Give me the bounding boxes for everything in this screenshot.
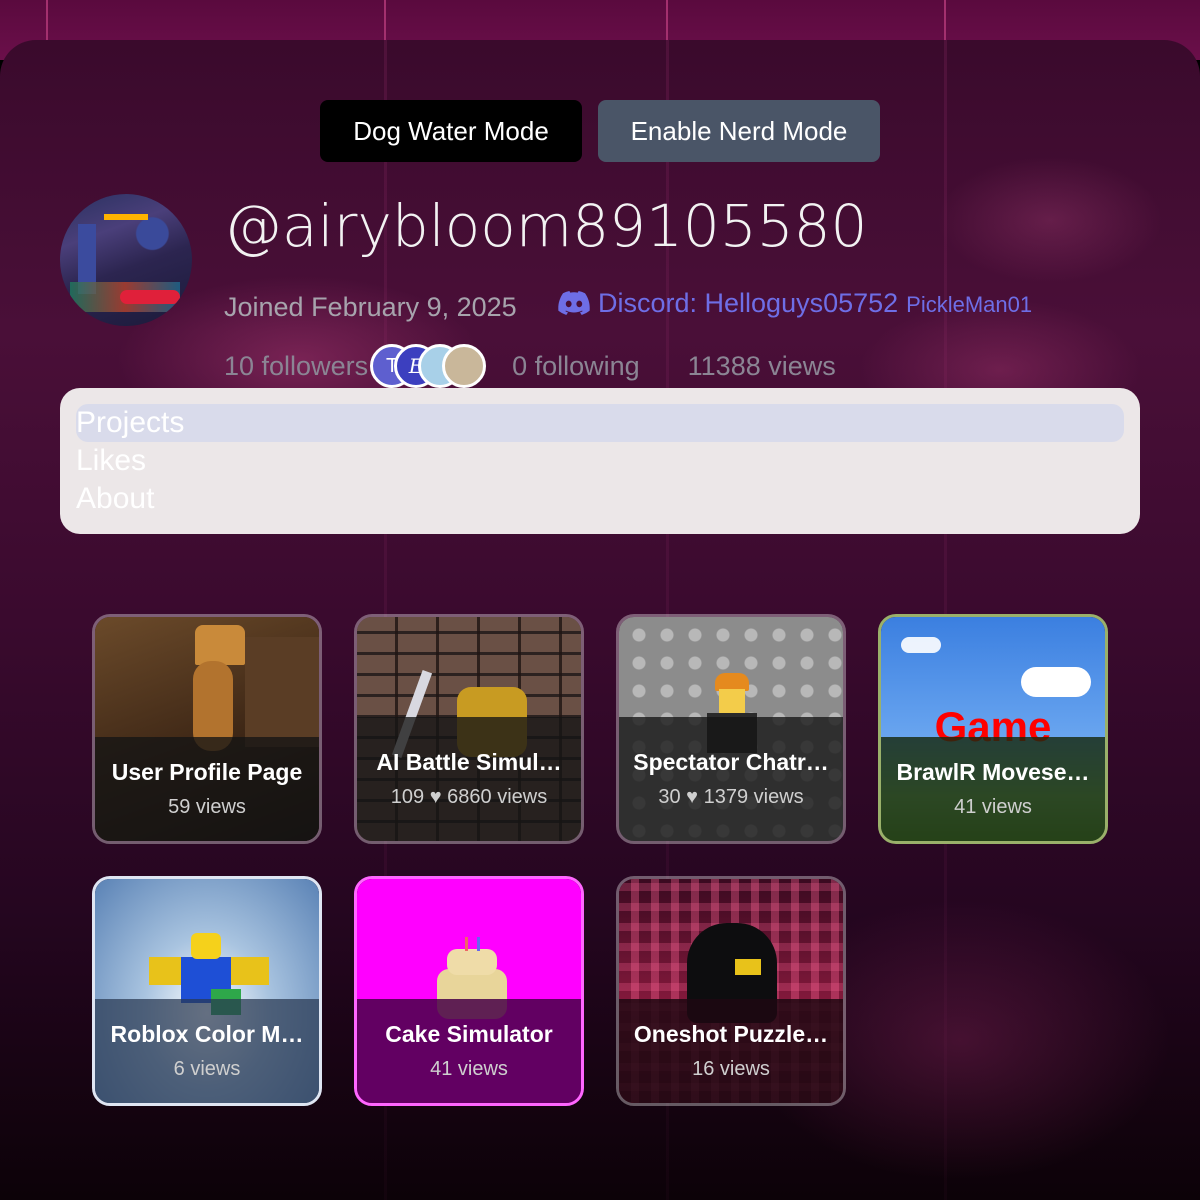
profile-stats: 10 followers T E 0 following 11388 views [224, 344, 836, 388]
following-count[interactable]: 0 following [512, 351, 640, 382]
follower-avatar-stack[interactable]: T E [370, 344, 487, 388]
username: @airybloom89105580 [224, 192, 868, 260]
total-views: 11388 views [687, 350, 836, 381]
project-meta: 16 views [692, 1058, 770, 1080]
project-caption: Roblox Color M… 6 views [95, 999, 319, 1103]
thumb-shape [191, 933, 221, 959]
project-meta: 59 views [168, 796, 246, 818]
discord-alt-name: PickleMan01 [906, 292, 1033, 317]
thumb-shape [465, 937, 468, 951]
project-card[interactable]: Oneshot Puzzle… 16 views [616, 876, 846, 1106]
project-card[interactable]: Game BrawlR Movese… 41 views [878, 614, 1108, 844]
thumb-shape [447, 949, 497, 975]
project-title: Spectator Chatr… [633, 749, 829, 775]
thumb-shape [195, 625, 245, 665]
project-card[interactable]: Cake Simulator 41 views [354, 876, 584, 1106]
project-title: Cake Simulator [385, 1021, 553, 1047]
thumb-shape [719, 689, 745, 713]
project-caption: BrawlR Movese… 41 views [881, 737, 1105, 841]
enable-nerd-mode-button[interactable]: Enable Nerd Mode [598, 100, 880, 162]
project-title: AI Battle Simul… [376, 749, 562, 775]
project-meta: 41 views [954, 796, 1032, 818]
project-card[interactable]: Spectator Chatr… 30 ♥ 1379 views [616, 614, 846, 844]
project-meta: 41 views [430, 1058, 508, 1080]
thumb-shape [245, 637, 319, 747]
discord-icon [558, 291, 590, 315]
tab-label: Likes [76, 444, 147, 477]
avatar-detail [120, 290, 180, 304]
project-meta: 109 ♥ 6860 views [390, 786, 548, 808]
followers-count[interactable]: 10 followers [224, 351, 368, 382]
discord-link[interactable]: Discord: Helloguys05752 PickleMan01 [558, 288, 1032, 319]
profile-tabs: Projects Likes About [60, 388, 1140, 534]
project-title: Oneshot Puzzle… [633, 1021, 829, 1047]
tab-likes[interactable]: Likes [76, 442, 1124, 480]
mode-toggle-group: Dog Water Mode Enable Nerd Mode [320, 100, 880, 162]
tab-label: Projects [76, 406, 185, 439]
project-caption: Spectator Chatr… 30 ♥ 1379 views [619, 717, 843, 841]
discord-handle: Discord: Helloguys05752 [598, 288, 899, 318]
tab-about[interactable]: About [76, 480, 1124, 518]
tab-projects[interactable]: Projects [76, 404, 1124, 442]
project-card[interactable]: Roblox Color M… 6 views [92, 876, 322, 1106]
project-meta: 6 views [173, 1058, 241, 1080]
project-caption: Oneshot Puzzle… 16 views [619, 999, 843, 1103]
project-caption: AI Battle Simul… 109 ♥ 6860 views [357, 717, 581, 841]
thumb-shape [477, 937, 480, 951]
project-title: User Profile Page [111, 759, 303, 785]
profile-avatar [60, 194, 192, 326]
project-title: BrawlR Movese… [896, 759, 1090, 785]
project-caption: Cake Simulator 41 views [357, 999, 581, 1103]
thumb-shape [1021, 667, 1091, 697]
joined-date: Joined February 9, 2025 [224, 292, 517, 322]
tab-label: About [76, 482, 155, 515]
project-card[interactable]: AI Battle Simul… 109 ♥ 6860 views [354, 614, 584, 844]
project-meta: 30 ♥ 1379 views [658, 786, 804, 808]
follower-avatar[interactable] [442, 344, 487, 388]
project-caption: User Profile Page 59 views [95, 737, 319, 841]
thumb-shape [735, 959, 761, 975]
project-title: Roblox Color M… [110, 1021, 304, 1047]
dog-water-mode-button[interactable]: Dog Water Mode [320, 100, 582, 162]
avatar-detail [104, 214, 148, 220]
thumb-shape [901, 637, 941, 653]
project-card[interactable]: User Profile Page 59 views [92, 614, 322, 844]
